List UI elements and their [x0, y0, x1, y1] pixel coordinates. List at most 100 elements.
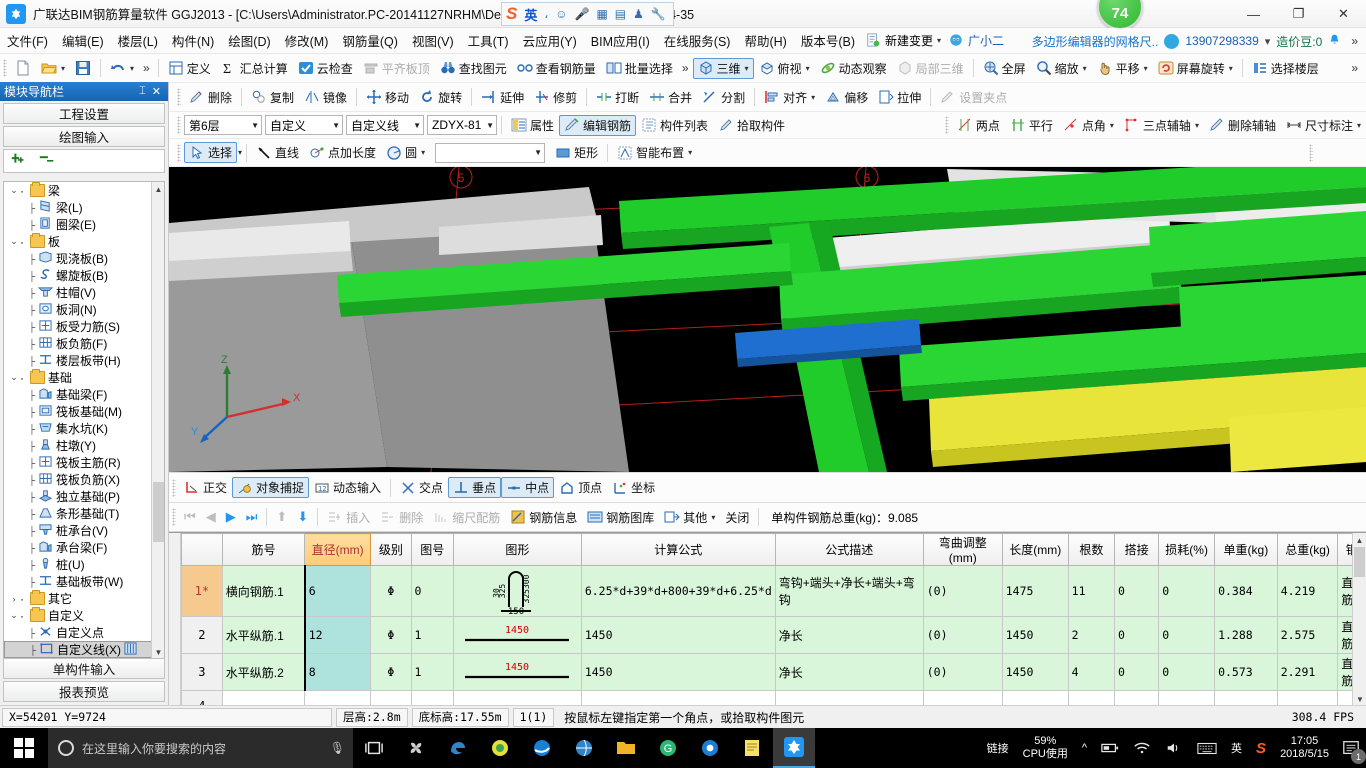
cell-12[interactable] [1214, 690, 1278, 705]
batch-select-button[interactable]: 批量选择 [601, 58, 678, 79]
tree-item-6[interactable]: ├ 柱帽(V) [4, 284, 152, 301]
rebar-grip[interactable] [172, 508, 176, 526]
delete-row-button[interactable]: 删除 [375, 507, 428, 528]
tray-battery-icon[interactable] [1094, 728, 1126, 768]
zoom-button[interactable]: 缩放 ▾ [1031, 58, 1092, 79]
column-header-1[interactable]: 直径(mm) [304, 533, 372, 566]
toolbar-overflow-left-icon[interactable]: » [139, 61, 154, 75]
midpoint-snap-toggle[interactable]: 中点 [501, 477, 555, 498]
ime-language-toggle[interactable]: 英 [524, 5, 537, 24]
member-type-selector-caret-icon[interactable]: ▼ [409, 121, 421, 130]
cell-4[interactable]: 325 30 325300 150 [452, 565, 582, 617]
remove-member-icon[interactable] [38, 151, 56, 171]
cell-1[interactable]: 8 [303, 653, 372, 691]
draw-mode-caret-icon[interactable]: ▼ [530, 148, 542, 157]
other-caret-icon[interactable]: ▾ [711, 513, 715, 522]
toolbar-axis-grip[interactable] [944, 116, 949, 134]
tray-keyboard-icon[interactable] [1190, 728, 1224, 768]
top-view-caret-icon[interactable]: ▾ [806, 64, 810, 73]
cell-3[interactable]: 1 [410, 653, 454, 691]
rebar-table[interactable]: 筋号 直径(mm) 级别 图号 图形 计算公式 公式描述 弯曲调整(mm) 长度(mm) 根数 搭接… [181, 533, 1366, 705]
tree-item-10[interactable]: ├ 楼层板带(H) [4, 352, 152, 369]
vertex-snap-toggle[interactable]: 顶点 [554, 477, 607, 498]
maximize-button[interactable]: ❐ [1276, 0, 1321, 28]
undo-caret-icon[interactable]: ▾ [130, 64, 134, 73]
menu-overflow-icon[interactable]: » [1347, 34, 1362, 48]
table-row[interactable]: 4 [181, 690, 1366, 705]
tray-language-label[interactable]: 英 [1224, 728, 1249, 768]
cell-11[interactable] [1158, 690, 1216, 705]
cell-5[interactable] [580, 690, 776, 705]
smart-layout-caret-icon[interactable]: ▾ [688, 148, 692, 157]
cell-13[interactable] [1276, 690, 1339, 705]
table-vertical-scrollbar[interactable]: ▲ ▼ [1352, 533, 1366, 705]
cell-3[interactable]: 0 [410, 565, 454, 617]
save-button[interactable] [70, 58, 96, 78]
column-header-2[interactable]: 级别 [370, 533, 412, 566]
ime-settings-icon[interactable]: 🔧 [651, 7, 666, 21]
menu-online-service[interactable]: 在线服务(S) [657, 28, 738, 53]
menu-cloud-apps[interactable]: 云应用(Y) [516, 28, 584, 53]
cell-11[interactable]: 0 [1158, 565, 1216, 617]
break-button[interactable]: 打断 [591, 87, 644, 108]
cell-2[interactable] [370, 690, 412, 705]
column-header-4[interactable]: 图形 [452, 533, 582, 566]
cell-7[interactable]: (0) [922, 653, 1003, 691]
undo-button[interactable]: ▾ [105, 58, 139, 78]
cell-0[interactable] [221, 690, 306, 705]
cell-6[interactable] [774, 690, 924, 705]
parallel-axis-button[interactable]: 平行 [1005, 115, 1058, 136]
cell-10[interactable]: 0 [1113, 565, 1160, 617]
column-header-11[interactable]: 损耗(%) [1158, 533, 1216, 566]
row-index-cell[interactable]: 4 [181, 690, 223, 705]
sidebar-close-icon[interactable]: ✕ [149, 85, 164, 98]
member-name-selector-caret-icon[interactable]: ▼ [482, 121, 494, 130]
intersection-snap-toggle[interactable]: 交点 [395, 477, 448, 498]
zoom-caret-icon[interactable]: ▾ [1083, 64, 1087, 73]
tray-volume-icon[interactable] [1158, 728, 1190, 768]
menu-draw[interactable]: 绘图(D) [221, 28, 277, 53]
fullscreen-button[interactable]: 全屏 [978, 58, 1031, 79]
column-header-9[interactable]: 根数 [1067, 533, 1116, 566]
minimize-button[interactable]: — [1231, 0, 1276, 28]
cell-9[interactable]: 11 [1067, 565, 1116, 617]
tree-scroll-down-icon[interactable]: ▼ [152, 645, 164, 659]
select-tool-button[interactable]: 选择 [184, 142, 238, 163]
new-file-button[interactable] [10, 58, 36, 78]
view-3d-caret-icon[interactable]: ▾ [745, 64, 749, 73]
extend-button[interactable]: 延伸 [476, 87, 529, 108]
taskbar-note-icon[interactable] [731, 728, 773, 768]
tray-expand-icon[interactable]: ^ [1075, 728, 1094, 768]
ime-skin-icon[interactable]: ♟ [633, 7, 644, 21]
cell-8[interactable]: 1450 [1001, 653, 1069, 691]
rotate-button[interactable]: 旋转 [414, 87, 467, 108]
taskbar-folder-icon[interactable] [605, 728, 647, 768]
microphone-icon[interactable]: 🎙 [330, 741, 353, 755]
category-selector[interactable]: 自定义 ▼ [265, 115, 343, 135]
table-scroll-thumb[interactable] [1354, 547, 1365, 577]
tree-item-21[interactable]: ├ 承台梁(F) [4, 539, 152, 556]
row-index-cell[interactable]: 1* [181, 565, 223, 617]
cell-4[interactable]: 1450 [452, 653, 582, 691]
close-panel-button[interactable]: 关闭 [720, 507, 754, 528]
tree-item-2[interactable]: ├ 圈梁(E) [4, 216, 152, 233]
select-floor-button[interactable]: 选择楼层 [1247, 58, 1324, 79]
column-header-10[interactable]: 搭接 [1113, 533, 1160, 566]
table-scroll-up-icon[interactable]: ▲ [1353, 533, 1366, 547]
tree-item-9[interactable]: ├ 板负筋(F) [4, 335, 152, 352]
first-row-icon[interactable]: ⏮ [179, 509, 201, 525]
cell-7[interactable]: (0) [922, 565, 1003, 617]
three-point-axis-button[interactable]: 三点辅轴 ▾ [1119, 115, 1204, 136]
line-tool-button[interactable]: 直线 [251, 142, 304, 163]
report-preview-button[interactable]: 报表预览 [3, 681, 165, 702]
sogou-logo-icon[interactable]: S [506, 4, 517, 24]
menu-edit[interactable]: 编辑(E) [55, 28, 111, 53]
menu-modify[interactable]: 修改(M) [278, 28, 336, 53]
tree-scroll-up-icon[interactable]: ▲ [152, 182, 164, 196]
cell-6[interactable]: 净长 [774, 653, 924, 691]
cell-2[interactable]: Φ [370, 616, 412, 654]
tree-item-14[interactable]: ├ 集水坑(K) [4, 420, 152, 437]
tree-twisty-icon[interactable]: ⌄ [8, 610, 20, 621]
toolbar-draw-grip[interactable] [177, 143, 181, 162]
offset-button[interactable]: 偏移 [820, 87, 873, 108]
